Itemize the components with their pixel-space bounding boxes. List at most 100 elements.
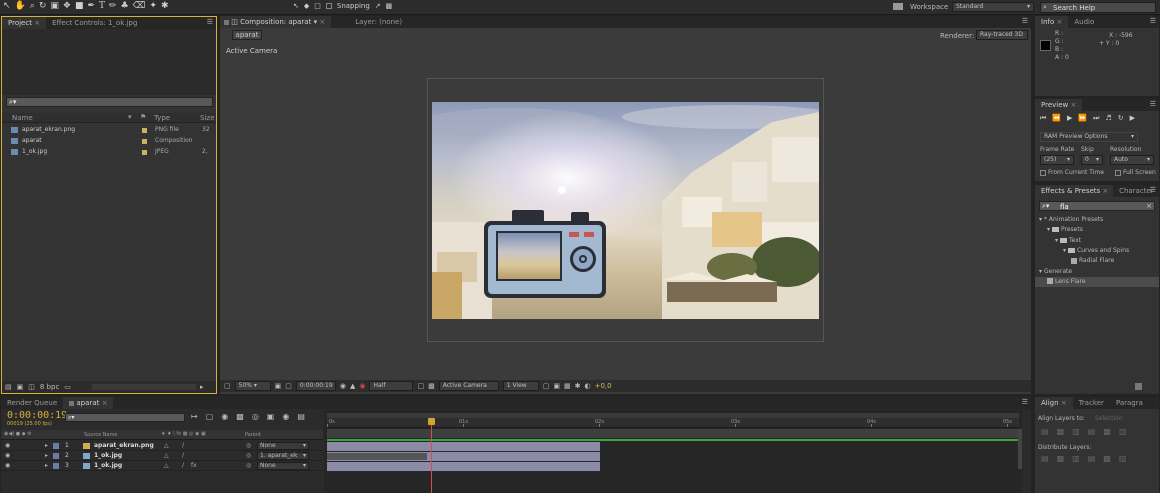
scroll-right-icon[interactable]: ▸ (200, 383, 204, 391)
align-hcenter-icon[interactable]: ▩ (1057, 427, 1065, 436)
tab-preview[interactable]: Preview × (1035, 99, 1083, 111)
parent-select[interactable]: 1. aparat_ek ▾ (257, 452, 309, 460)
timecode-field[interactable]: 0:00:00:19 (295, 381, 336, 391)
tab-render-queue[interactable]: Render Queue (1, 397, 63, 409)
column-name[interactable]: Name (12, 114, 33, 122)
snap-grid-icon[interactable]: ▩ (386, 2, 393, 10)
tab-effects-presets[interactable]: Effects & Presets × (1035, 185, 1114, 197)
ram-preview-options-select[interactable]: RAM Preview Options ▾ (1040, 132, 1138, 142)
column-size[interactable]: Size (200, 114, 214, 122)
comp-mini-flowchart-icon[interactable]: ↦ (191, 412, 198, 421)
expand-triangle-icon[interactable]: ▸ (45, 441, 48, 451)
graph-editor-icon[interactable]: ▤ (297, 412, 305, 421)
next-frame-icon[interactable]: ⏩ (1078, 114, 1087, 123)
align-left-icon[interactable]: ▤ (1041, 427, 1049, 436)
color-channel-icon[interactable]: ◉ (359, 382, 365, 390)
lock-icon[interactable] (224, 19, 229, 25)
auto-keyframe-icon[interactable]: ◉ (282, 412, 289, 421)
composition-viewer[interactable] (432, 102, 819, 319)
trash-icon[interactable]: ▭ (64, 383, 71, 391)
effect-item-selected[interactable]: Lens Flare (1035, 276, 1159, 287)
draft-3d-icon[interactable]: ▢ (206, 412, 214, 421)
effect-tree-item[interactable]: ▾ * Animation Presets (1035, 215, 1159, 225)
quality-switch-icon[interactable]: ∕ (182, 451, 184, 461)
resolution-select[interactable]: Auto ▾ (1110, 155, 1154, 165)
project-item[interactable]: aparat Composition (3, 136, 215, 146)
layer-label-color[interactable] (53, 453, 59, 459)
disclosure-triangle-icon[interactable]: ▾ (1039, 268, 1042, 275)
disclosure-triangle-icon[interactable]: ▾ (1055, 237, 1058, 244)
zoom-select[interactable]: 50% ▾ (234, 381, 271, 391)
renderer-select[interactable]: Ray-traced 3D (976, 30, 1028, 40)
column-type[interactable]: Type (154, 114, 170, 122)
eraser-tool-icon[interactable]: ⌫ (133, 1, 146, 11)
layer-bar-1[interactable] (327, 442, 600, 451)
layer-bar-2[interactable] (327, 452, 600, 461)
parent-select[interactable]: None ▾ (257, 462, 309, 470)
panel-menu-icon[interactable]: ☰ (1150, 100, 1156, 108)
current-time-display[interactable]: 0:00:00:19 (7, 410, 67, 421)
snapshot-icon[interactable]: ◉ (340, 382, 346, 390)
transparency-grid-icon[interactable]: ▩ (428, 382, 435, 390)
disclosure-triangle-icon[interactable]: ▾ (1047, 226, 1050, 233)
full-screen-checkbox[interactable] (1115, 170, 1121, 176)
mask-visibility-icon[interactable]: ▢ (285, 382, 292, 390)
distribute-hcenter-icon[interactable]: ▩ (1103, 454, 1111, 463)
hide-shy-layers-icon[interactable]: ◉ (221, 412, 228, 421)
roto-brush-tool-icon[interactable]: ✦ (149, 1, 157, 11)
distribute-right-icon[interactable]: ▥ (1119, 454, 1127, 463)
safe-zones-icon[interactable]: ▣ (275, 382, 282, 390)
frame-rate-select[interactable]: (25) ▾ (1040, 155, 1074, 165)
show-snapshot-icon[interactable]: ▲ (350, 382, 355, 390)
panel-menu-icon[interactable]: ☰ (207, 18, 213, 26)
local-axis-icon[interactable]: ↖ (293, 2, 299, 10)
layer-row[interactable]: ◉ ▸ 1 aparat_ekran.png △ ∕ ◎ None ▾ (1, 441, 323, 451)
snap-icon[interactable]: ↗ (375, 2, 381, 10)
fast-previews-icon[interactable]: ▣ (553, 382, 560, 390)
panel-menu-icon[interactable]: ☰ (1022, 398, 1028, 406)
effect-tree-item[interactable]: ▾ Generate (1035, 267, 1159, 277)
selection-tool-icon[interactable]: ↖ (3, 1, 11, 11)
snapping-checkbox[interactable] (325, 3, 332, 9)
shy-switch-icon[interactable]: △ (164, 451, 169, 461)
camera-tool-icon[interactable]: ▣ (50, 1, 59, 11)
eye-icon[interactable]: ◉ (5, 461, 10, 471)
layer-row[interactable]: ◉ ▸ 2 1_ok.jpg △ ∕ ◎ 1. aparat_ek ▾ (1, 451, 323, 461)
distribute-vcenter-icon[interactable]: ▩ (1057, 454, 1065, 463)
parent-pickwhip-icon[interactable]: ◎ (246, 451, 251, 461)
tab-timeline-aparat[interactable]: aparat × (63, 397, 114, 409)
eye-icon[interactable]: ◉ (5, 441, 10, 451)
quality-switch-icon[interactable]: ∕ (182, 461, 184, 471)
parent-select[interactable]: None ▾ (257, 442, 309, 450)
view-layout-select[interactable]: 1 View (502, 381, 539, 391)
rectangle-tool-icon[interactable]: ■ (75, 1, 84, 11)
shy-switch-icon[interactable]: △ (164, 461, 169, 471)
new-folder-icon[interactable]: ▣ (17, 383, 24, 391)
motion-blur-icon[interactable]: ◎ (252, 412, 259, 421)
last-frame-icon[interactable]: ⏭ (1093, 114, 1099, 123)
frame-blending-icon[interactable]: ▩ (236, 412, 244, 421)
pan-behind-tool-icon[interactable]: ❖ (63, 1, 71, 11)
expand-triangle-icon[interactable]: ▸ (45, 461, 48, 471)
pixel-aspect-icon[interactable]: ▢ (543, 382, 550, 390)
parent-pickwhip-icon[interactable]: ◎ (246, 461, 251, 471)
play-icon[interactable]: ▶ (1067, 114, 1072, 123)
project-scrollbar[interactable] (92, 384, 196, 390)
clear-search-icon[interactable]: × (1146, 202, 1152, 210)
project-item[interactable]: 1_ok.jpg JPEG 2, (3, 147, 215, 157)
region-of-interest-icon[interactable]: □ (417, 382, 424, 390)
exposure-icon[interactable]: ◐ (584, 382, 590, 390)
always-preview-icon[interactable]: ▢ (224, 382, 231, 390)
align-top-icon[interactable]: ▤ (1088, 427, 1096, 436)
distribute-top-icon[interactable]: ▤ (1041, 454, 1049, 463)
tab-tracker[interactable]: Tracker (1073, 397, 1110, 409)
text-tool-icon[interactable]: T (99, 1, 105, 11)
camera-view-select[interactable]: Active Camera (438, 381, 499, 391)
resolution-select[interactable]: Half (369, 381, 414, 391)
shy-switch-icon[interactable]: △ (164, 441, 169, 451)
clone-stamp-tool-icon[interactable]: ♣ (121, 1, 129, 11)
tab-info[interactable]: Info × (1035, 16, 1069, 28)
disclosure-triangle-icon[interactable]: ▾ (1063, 247, 1066, 254)
fx-switch-icon[interactable]: fx (191, 461, 197, 471)
tab-paragraph[interactable]: Paragra (1110, 397, 1149, 409)
